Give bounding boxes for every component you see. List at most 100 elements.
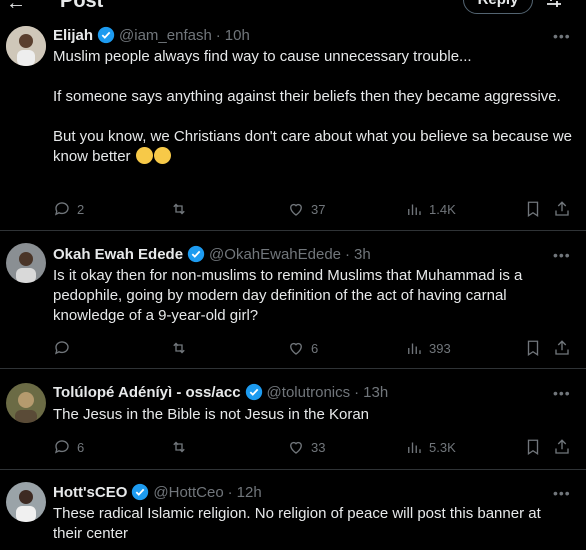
- author-name[interactable]: Tolúlopé Adéníyì - oss/acc: [53, 384, 241, 401]
- repost-icon: [173, 441, 185, 453]
- tweet[interactable]: Elijah @iam_enfash · 10h ••• Muslim peop…: [0, 14, 586, 231]
- tears-of-joy-emoji-icon: [153, 147, 171, 164]
- tweet-text: Is it okay then for non-muslims to remin…: [53, 266, 553, 326]
- tweet-text: These radical Islamic religion. No relig…: [53, 504, 563, 544]
- tweet-header: Elijah @iam_enfash · 10h: [53, 26, 250, 44]
- repost-icon: [173, 342, 185, 354]
- views-chart-icon: [408, 204, 421, 215]
- adjust-icon[interactable]: [545, 0, 563, 10]
- avatar[interactable]: [6, 482, 46, 522]
- timestamp[interactable]: 13h: [363, 384, 388, 401]
- author-handle[interactable]: @tolutronics: [267, 384, 351, 401]
- tweet-text: Muslim people always find way to cause u…: [53, 47, 573, 167]
- repost-action[interactable]: [170, 200, 188, 218]
- like-count: 37: [311, 201, 326, 217]
- share-icon: [555, 439, 569, 454]
- tweet-header: Tolúlopé Adéníyì - oss/acc @tolutronics …: [53, 383, 388, 401]
- views-chart-icon: [408, 343, 421, 354]
- separator-dot: ·: [354, 383, 360, 401]
- avatar[interactable]: [6, 26, 46, 66]
- like-action[interactable]: 37: [287, 200, 325, 218]
- tweet-paragraph-text: But you know, we Christians don't care a…: [53, 128, 573, 165]
- tweet[interactable]: Okah Ewah Edede @OkahEwahEdede · 3h ••• …: [0, 231, 586, 369]
- verified-badge-icon: [245, 383, 262, 401]
- timestamp[interactable]: 3h: [354, 246, 371, 263]
- views-count: 393: [429, 340, 451, 356]
- share-icon: [555, 340, 569, 355]
- repost-icon: [173, 203, 185, 215]
- more-options-icon[interactable]: •••: [553, 385, 571, 401]
- repost-action[interactable]: [170, 339, 188, 357]
- views-chart-icon: [408, 442, 421, 453]
- reply-action[interactable]: 2: [53, 200, 84, 218]
- share-action[interactable]: [553, 339, 571, 357]
- avatar[interactable]: [6, 243, 46, 283]
- verified-badge-icon: [132, 483, 149, 501]
- separator-dot: ·: [227, 483, 233, 501]
- bookmark-icon: [527, 340, 539, 357]
- more-options-icon[interactable]: •••: [553, 247, 571, 263]
- views-action[interactable]: 393: [405, 339, 451, 357]
- avatar[interactable]: [6, 383, 46, 423]
- arrow-left-icon[interactable]: ←: [6, 0, 26, 15]
- reply-icon: [54, 341, 69, 355]
- reply-action[interactable]: [53, 339, 71, 357]
- more-options-icon[interactable]: •••: [553, 485, 571, 501]
- tweet-paragraph: Muslim people always find way to cause u…: [53, 48, 472, 65]
- reply-count: 6: [77, 439, 85, 455]
- reply-button[interactable]: Reply: [463, 0, 533, 14]
- tweet-paragraph: The Jesus in the Bible is not Jesus in t…: [53, 406, 370, 423]
- tweet-paragraph: These radical Islamic religion. No relig…: [53, 505, 541, 542]
- separator-dot: ·: [345, 245, 351, 263]
- bookmark-action[interactable]: [524, 200, 542, 218]
- share-action[interactable]: [553, 438, 571, 456]
- bookmark-action[interactable]: [524, 339, 542, 357]
- heart-icon: [290, 203, 302, 216]
- timestamp[interactable]: 10h: [225, 27, 250, 44]
- reply-action[interactable]: 6: [53, 438, 84, 456]
- views-count: 1.4K: [429, 201, 456, 217]
- more-options-icon[interactable]: •••: [553, 28, 571, 44]
- views-action[interactable]: 5.3K: [405, 438, 456, 456]
- share-icon: [555, 201, 569, 216]
- author-handle[interactable]: @iam_enfash: [119, 27, 212, 44]
- tweet-actions: 6 393: [0, 339, 586, 359]
- tweet-text: The Jesus in the Bible is not Jesus in t…: [53, 405, 573, 425]
- verified-badge-icon: [97, 26, 115, 44]
- bookmark-icon: [527, 201, 539, 218]
- heart-icon: [290, 441, 302, 454]
- views-action[interactable]: 1.4K: [405, 200, 456, 218]
- tweet-header: Okah Ewah Edede @OkahEwahEdede · 3h: [53, 245, 371, 263]
- author-name[interactable]: Elijah: [53, 27, 93, 44]
- tweet-paragraph: If someone says anything against their b…: [53, 88, 561, 105]
- separator-dot: ·: [215, 26, 221, 44]
- like-action[interactable]: 6: [287, 339, 318, 357]
- author-name[interactable]: Okah Ewah Edede: [53, 246, 183, 263]
- share-action[interactable]: [553, 200, 571, 218]
- tweet[interactable]: Tolúlopé Adéníyì - oss/acc @tolutronics …: [0, 369, 586, 470]
- like-count: 6: [311, 340, 319, 356]
- like-action[interactable]: 33: [287, 438, 325, 456]
- author-name[interactable]: Hott'sCEO: [53, 484, 127, 501]
- tweet-paragraph: But you know, we Christians don't care a…: [53, 127, 573, 167]
- tweet-actions: 2 37 1.4K: [0, 200, 586, 220]
- page-title: Post: [60, 0, 104, 12]
- timestamp[interactable]: 12h: [237, 484, 262, 501]
- author-handle[interactable]: @HottCeo: [153, 484, 223, 501]
- reply-icon: [54, 202, 69, 216]
- bookmark-action[interactable]: [524, 438, 542, 456]
- tweet-paragraph: Is it okay then for non-muslims to remin…: [53, 267, 523, 324]
- like-count: 33: [311, 439, 326, 455]
- tweet-actions: 6 33 5.3K: [0, 438, 586, 458]
- reply-count: 2: [77, 201, 85, 217]
- bookmark-icon: [527, 439, 539, 456]
- author-handle[interactable]: @OkahEwahEdede: [209, 246, 341, 263]
- views-count: 5.3K: [429, 439, 456, 455]
- heart-icon: [290, 342, 302, 355]
- repost-action[interactable]: [170, 438, 188, 456]
- reply-icon: [54, 440, 69, 454]
- winking-tongue-emoji-icon: [135, 147, 153, 164]
- verified-badge-icon: [187, 245, 205, 263]
- tweet[interactable]: Hott'sCEO @HottCeo · 12h ••• These radic…: [0, 470, 586, 550]
- tweet-header: Hott'sCEO @HottCeo · 12h: [53, 483, 262, 501]
